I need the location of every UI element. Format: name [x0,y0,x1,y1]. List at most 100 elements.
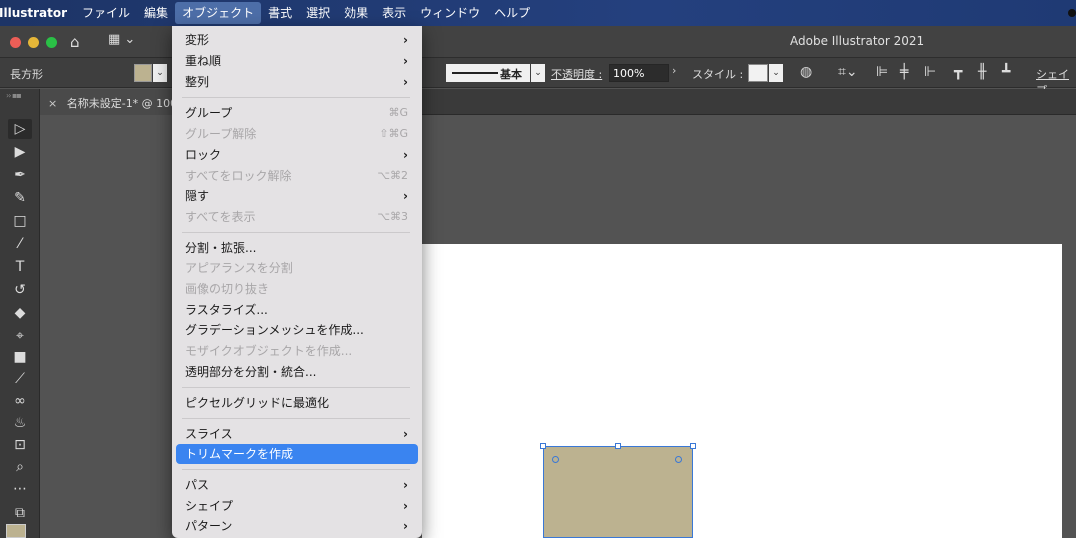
stroke-profile-dropdown[interactable]: 基本 [446,64,530,82]
submenu-arrow-icon: › [403,427,408,441]
menu-item-rasterize[interactable]: ラスタライズ... [176,300,418,320]
menu-item-label: モザイクオブジェクトを作成... [185,344,353,358]
workspace-switcher-icon[interactable]: ▦ ⌄ [108,32,135,47]
blend-tool-icon[interactable]: ∞ [8,391,32,411]
align-bottom-icon[interactable]: ┻ [1002,64,1010,80]
opacity-label[interactable]: 不透明度 : [551,66,602,82]
rotate-tool-icon[interactable]: ↺ [8,280,32,300]
pen-tool-icon[interactable]: ✒ [8,165,32,185]
menu-item-label: ロック [185,148,222,162]
stroke-profile-arrow[interactable]: ⌄ [531,64,545,82]
shape-builder-tool-icon[interactable]: ⌖ [8,326,32,346]
submenu-arrow-icon: › [403,519,408,533]
align-left-icon[interactable]: ⊫ [876,64,888,80]
menu-window[interactable]: ウィンドウ [413,0,487,26]
menu-select[interactable]: 選択 [299,0,337,26]
menu-item-hide[interactable]: 隠す › [176,186,418,206]
menu-item-shape[interactable]: シェイプ › [176,496,418,516]
menu-item-group[interactable]: グループ ⌘G [176,103,418,123]
artboard-tool-icon[interactable]: ⊡ [8,435,32,455]
menu-item-label: 隠す [185,189,210,203]
transform-icon[interactable]: ⌗⌄ [838,64,858,80]
corner-widget-top-right[interactable] [675,456,682,463]
rectangle-tool-icon[interactable]: □ [8,211,32,231]
menu-effect[interactable]: 効果 [337,0,375,26]
curvature-tool-icon[interactable]: ✎ [8,188,32,208]
menu-object[interactable]: オブジェクト [175,2,262,24]
zoom-tool-icon[interactable]: ⌕ [8,457,32,477]
resize-handle-top-right[interactable] [690,443,696,449]
status-icon[interactable] [1068,9,1076,17]
menu-item-shortcut: ⌘G [388,106,408,119]
menu-item-label: ピクセルグリッドに最適化 [185,396,330,410]
menu-item-pattern[interactable]: パターン › [176,516,418,536]
home-icon[interactable]: ⌂ [70,33,90,51]
app-menu[interactable]: Illustrator [0,6,75,20]
close-window-button[interactable] [10,37,21,48]
menu-item-make-pixel-perfect[interactable]: ピクセルグリッドに最適化 [176,393,418,413]
menu-item-lock[interactable]: ロック › [176,145,418,165]
resize-handle-top-center[interactable] [615,443,621,449]
corner-widget-top-left[interactable] [552,456,559,463]
edit-toolbar-icon[interactable]: ⋯ [8,479,32,499]
menu-edit[interactable]: 編集 [137,0,175,26]
direct-selection-tool-icon[interactable]: ▶ [8,142,32,162]
fill-swatch[interactable] [134,64,152,82]
tools-panel: ›› ▪▪ ▷ ▶ ✒ ✎ □ ⁄ T ↺ ◆ ⌖ ■ ⟋ ∞ ♨ ⊡ ⌕ ⋯ … [0,89,40,538]
minimize-window-button[interactable] [28,37,39,48]
menu-item-show-all: すべてを表示 ⌥⌘3 [176,207,418,227]
opacity-arrow-icon[interactable]: › [672,64,676,77]
close-tab-icon[interactable]: × [48,97,57,110]
symbol-sprayer-tool-icon[interactable]: ♨ [8,413,32,433]
menu-item-label: 画像の切り抜き [185,282,270,296]
menu-item-slice[interactable]: スライス › [176,424,418,444]
align-right-icon[interactable]: ⊩ [924,64,936,80]
gradient-tool-icon[interactable]: ■ [8,347,32,367]
selection-tool-icon[interactable]: ▷ [8,119,32,139]
submenu-arrow-icon: › [403,33,408,47]
menu-help[interactable]: ヘルプ [487,0,537,26]
menu-item-transform[interactable]: 変形 › [176,30,418,50]
align-middle-icon[interactable]: ╫ [978,64,986,80]
panel-grip-icon[interactable]: ›› ▪▪ [6,91,22,100]
menu-item-flatten-transparency[interactable]: 透明部分を分割・統合... [176,362,418,382]
menu-item-arrange[interactable]: 重ね順 › [176,51,418,71]
submenu-arrow-icon: › [403,478,408,492]
menu-item-shortcut: ⌥⌘3 [377,210,408,223]
menu-item-label: パス [185,478,210,492]
menu-item-label: 分割・拡張... [185,241,257,255]
fill-color-indicator[interactable] [6,524,26,538]
swap-fill-stroke-icon[interactable]: ⧉ [8,503,32,523]
align-center-icon[interactable]: ╪ [900,64,908,80]
opacity-input[interactable]: 100% [609,64,669,82]
artboard[interactable] [422,244,1062,538]
menu-item-create-gradient-mesh[interactable]: グラデーションメッシュを作成... [176,320,418,340]
menu-item-label: すべてを表示 [185,210,256,224]
recolor-icon[interactable]: ◍ [800,64,812,80]
menu-item-path[interactable]: パス › [176,475,418,495]
eraser-tool-icon[interactable]: ◆ [8,303,32,323]
menu-separator [182,418,410,419]
style-swatch[interactable] [748,64,768,82]
paintbrush-tool-icon[interactable]: ⁄ [8,234,32,254]
menu-file[interactable]: ファイル [75,0,137,26]
selection-type-label: 長方形 [10,68,43,81]
zoom-window-button[interactable] [46,37,57,48]
eyedropper-tool-icon[interactable]: ⟋ [8,369,32,389]
selected-rectangle[interactable] [543,446,693,538]
menu-view[interactable]: 表示 [375,0,413,26]
menu-item-expand[interactable]: 分割・拡張... [176,238,418,258]
menu-item-shortcut: ⌥⌘2 [377,169,408,182]
menu-type[interactable]: 書式 [261,0,299,26]
resize-handle-top-left[interactable] [540,443,546,449]
align-top-icon[interactable]: ┳ [954,64,962,80]
style-dropdown[interactable]: ⌄ [769,64,783,82]
fill-dropdown[interactable]: ⌄ [153,64,167,82]
title-bar: ⌂ ▦ ⌄ Adobe Illustrator 2021 [0,26,1076,58]
document-tab[interactable]: × 名称未設定-1* @ 100 % [40,89,172,115]
menu-item-align[interactable]: 整列 › [176,72,418,92]
menu-separator [182,387,410,388]
menu-item-create-trim-marks[interactable]: トリムマークを作成 [176,444,418,464]
type-tool-icon[interactable]: T [8,257,32,277]
document-tab-label: 名称未設定-1* @ 100 % [66,97,172,110]
